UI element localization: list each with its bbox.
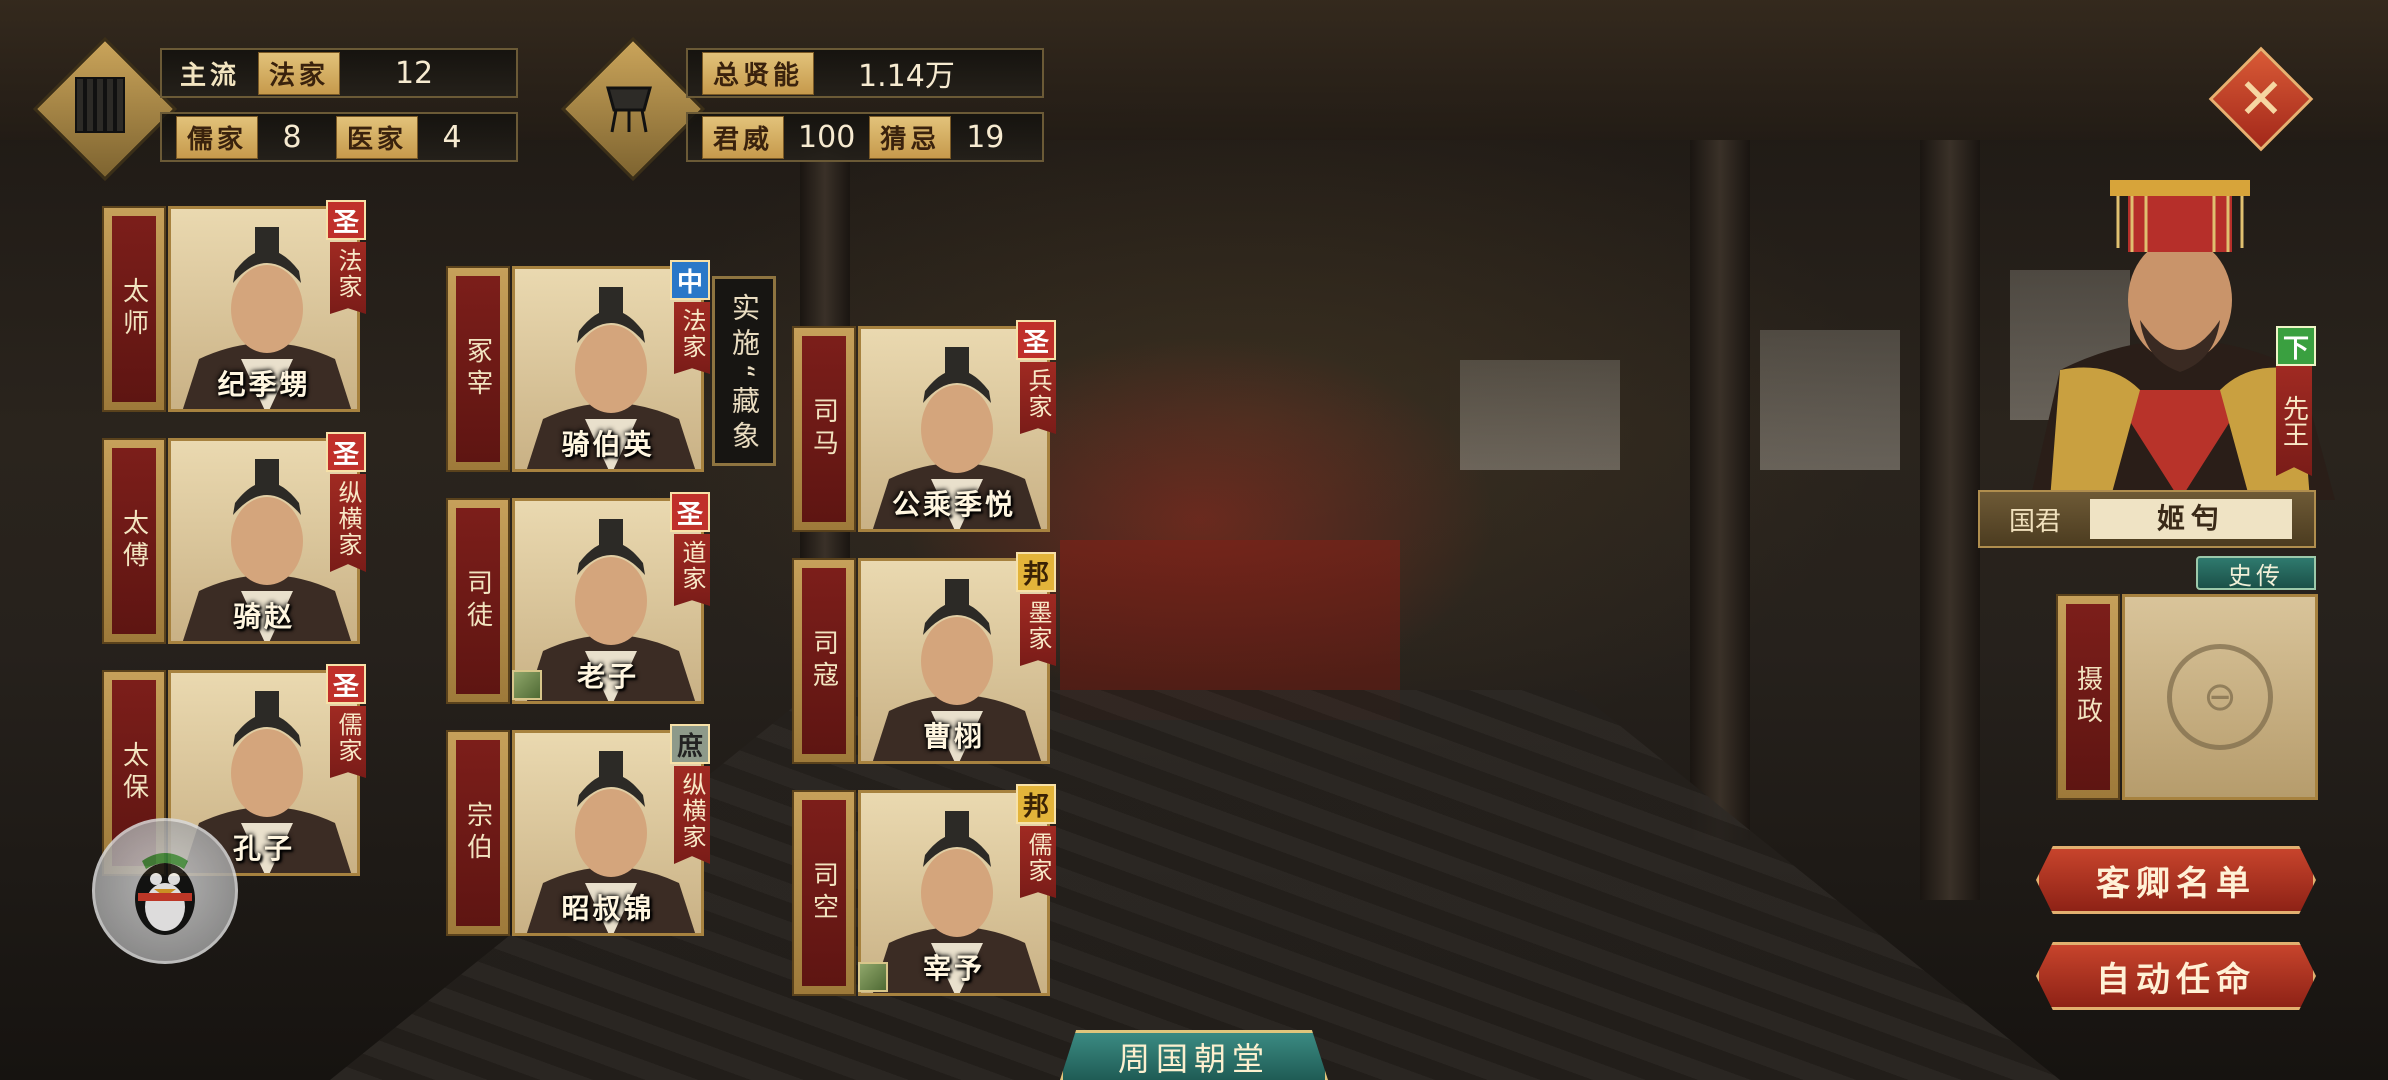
policy-char: 实 xyxy=(728,292,761,321)
rank-badge: 圣 xyxy=(670,492,710,532)
ruler-grade-badge: 下 xyxy=(2276,326,2316,366)
minister-card[interactable]: 冢宰 骑伯英 中 法家 xyxy=(446,260,710,472)
suspicion-value: 19 xyxy=(966,119,1005,155)
book-icon[interactable] xyxy=(512,670,542,700)
bronze-vessel-icon xyxy=(574,50,684,160)
minister-name: 宰予 xyxy=(922,952,985,985)
office-title: 司马 xyxy=(808,397,839,461)
history-button[interactable]: 史传 xyxy=(2196,556,2316,590)
rank-badge: 庶 xyxy=(670,724,710,764)
minister-name: 曹栩 xyxy=(922,720,985,753)
office-title-plate: 宗伯 xyxy=(446,730,510,936)
auto-appoint-button[interactable]: 自动任命 xyxy=(2036,942,2316,1010)
rank-badge: 邦 xyxy=(1016,552,1056,592)
mainstream-panel: 主流 法家 12 xyxy=(160,48,518,98)
office-title-plate: 冢宰 xyxy=(446,266,510,472)
office-title: 太师 xyxy=(118,277,149,341)
regent-slot[interactable]: 摄政 ⊖ xyxy=(2056,594,2318,800)
school-ribbon: 法家 xyxy=(330,242,366,314)
minister-card[interactable]: 太师 纪季甥 圣 法家 xyxy=(102,200,366,412)
office-title-plate: 司徒 xyxy=(446,498,510,704)
empty-slot-icon: ⊖ xyxy=(2167,644,2273,750)
close-icon[interactable]: ✕ xyxy=(2224,62,2298,136)
office-title: 太保 xyxy=(118,741,149,805)
office-title: 宗伯 xyxy=(462,801,493,865)
school-ribbon: 法家 xyxy=(674,302,710,374)
minister-card[interactable]: 司马 公乘季悦 圣 兵家 xyxy=(792,320,1056,532)
school-ru-count: 8 xyxy=(282,119,302,155)
hall-window xyxy=(1460,360,1620,470)
suspicion-label: 猜忌 xyxy=(869,115,952,159)
school-yi-label: 医家 xyxy=(336,115,419,159)
minister-name: 老子 xyxy=(576,660,639,693)
hall-pillar xyxy=(1920,140,1980,900)
office-title: 冢宰 xyxy=(462,337,493,401)
minister-card[interactable]: 司空 宰予 邦 儒家 xyxy=(792,784,1056,996)
office-title-plate: 太傅 xyxy=(102,438,166,644)
court-tab[interactable]: 周国朝堂 xyxy=(1060,1030,1328,1080)
minister-card[interactable]: 宗伯 昭叔锦 庶 纵横家 xyxy=(446,724,710,936)
policy-char: 象 xyxy=(728,421,761,450)
minister-card[interactable]: 太傅 骑赵 圣 纵横家 xyxy=(102,432,366,644)
policy-char: 藏 xyxy=(728,385,761,414)
school-ribbon: 纵横家 xyxy=(330,474,366,572)
office-title: 司空 xyxy=(808,861,839,925)
policy-char: 施 xyxy=(728,328,761,357)
school-ribbon: 纵横家 xyxy=(674,766,710,864)
office-title: 司徒 xyxy=(462,569,493,633)
regent-title: 摄政 xyxy=(2072,665,2103,729)
school-ribbon: 儒家 xyxy=(1020,826,1056,898)
ruler-title-ribbon: 先王 xyxy=(2276,366,2312,476)
office-title-plate: 司空 xyxy=(792,790,856,996)
rank-badge: 圣 xyxy=(326,664,366,704)
school-ribbon: 道家 xyxy=(674,534,710,606)
rank-badge: 圣 xyxy=(326,432,366,472)
guest-list-button[interactable]: 客卿名单 xyxy=(2036,846,2316,914)
office-title-plate: 司马 xyxy=(792,326,856,532)
ruler-label: 国君 xyxy=(2008,506,2061,537)
minister-name: 昭叔锦 xyxy=(561,892,655,925)
book-icon[interactable] xyxy=(858,962,888,992)
prestige-panel: 君威 100 猜忌 19 xyxy=(686,112,1044,162)
ruler-name: 姬匄 xyxy=(2090,499,2292,539)
prestige-value: 100 xyxy=(798,119,856,155)
ruler-nameplate: 国君 姬匄 xyxy=(1978,490,2316,548)
qq-penguin-icon[interactable] xyxy=(92,818,238,964)
total-talent-value: 1.14万 xyxy=(858,59,955,94)
minister-name: 骑伯英 xyxy=(561,428,655,461)
rank-badge: 圣 xyxy=(1016,320,1056,360)
mainstream-count: 12 xyxy=(394,55,434,91)
school-counts-panel: 儒家 8 医家 4 xyxy=(160,112,518,162)
prestige-label: 君威 xyxy=(702,115,785,159)
minister-card[interactable]: 司徒 老子 圣 道家 xyxy=(446,492,710,704)
minister-name: 公乘季悦 xyxy=(891,488,1016,521)
regent-empty-portrait[interactable]: ⊖ xyxy=(2122,594,2318,800)
mainstream-label: 主流 xyxy=(180,60,241,91)
rank-badge: 中 xyxy=(670,260,710,300)
bamboo-scroll-icon xyxy=(46,50,156,160)
rank-badge: 圣 xyxy=(326,200,366,240)
office-title: 太傅 xyxy=(118,509,149,573)
office-title: 司寇 xyxy=(808,629,839,693)
mainstream-school: 法家 xyxy=(258,51,341,95)
minister-name: 纪季甥 xyxy=(217,368,311,401)
policy-scroll-note[interactable]: 实 施 “ 藏 象 xyxy=(712,276,776,466)
minister-card[interactable]: 司寇 曹栩 邦 墨家 xyxy=(792,552,1056,764)
rank-badge: 邦 xyxy=(1016,784,1056,824)
regent-title-plate: 摄政 xyxy=(2056,594,2120,800)
minister-name: 骑赵 xyxy=(232,600,295,633)
school-yi-count: 4 xyxy=(442,119,462,155)
school-ribbon: 兵家 xyxy=(1020,362,1056,434)
talent-panel: 总贤能 1.14万 xyxy=(686,48,1044,98)
school-ribbon: 墨家 xyxy=(1020,594,1056,666)
total-talent-label: 总贤能 xyxy=(702,51,815,95)
hall-pillar xyxy=(1690,140,1750,840)
policy-char: “ xyxy=(727,363,761,379)
school-ru-label: 儒家 xyxy=(176,115,259,159)
school-ribbon: 儒家 xyxy=(330,706,366,778)
hall-window xyxy=(1760,330,1900,470)
office-title-plate: 司寇 xyxy=(792,558,856,764)
office-title-plate: 太师 xyxy=(102,206,166,412)
